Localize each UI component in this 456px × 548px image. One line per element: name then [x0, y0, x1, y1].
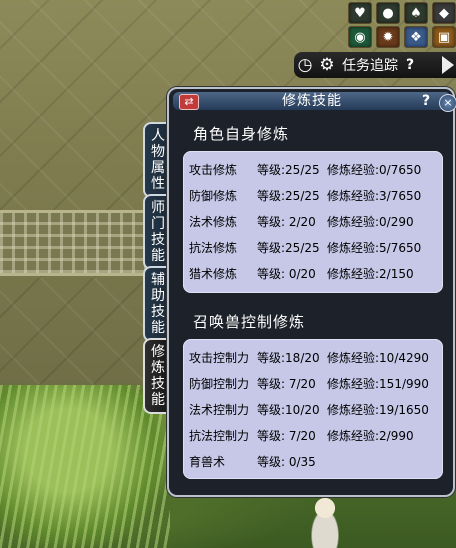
skill-name: 防御修炼 — [189, 189, 238, 203]
skill-name: 抗法控制力 — [189, 429, 250, 443]
green-gem-icon[interactable]: ◉ — [348, 26, 372, 48]
skill-level: 等级:25/25 — [257, 189, 320, 203]
tab-label: 师门技能 — [151, 200, 165, 264]
skill-level: 等级: 0/35 — [257, 455, 316, 469]
skill-exp: 修炼经验:19/1650 — [327, 403, 429, 417]
skill-level: 等级: 2/20 — [257, 215, 316, 229]
skill-name: 攻击修炼 — [189, 163, 238, 177]
cultivation-skills-window: 修炼技能 ⇄ ? × 角色自身修炼 攻击修炼 等级:25/25 修炼经验:0/7… — [167, 87, 456, 497]
gear-icon[interactable]: ⚙ — [316, 55, 338, 75]
timer-icon[interactable]: ◷ — [294, 55, 316, 75]
skill-exp: 修炼经验:0/7650 — [327, 163, 422, 177]
skill-level: 等级: 7/20 — [257, 377, 316, 391]
help-icon[interactable]: ? — [419, 94, 433, 108]
tab-label: 修炼技能 — [151, 344, 165, 408]
skill-level: 等级: 0/20 — [257, 267, 316, 281]
skill-name: 攻击控制力 — [189, 351, 250, 365]
skill-exp: 修炼经验:2/150 — [327, 267, 414, 281]
skill-exp: 修炼经验:151/990 — [327, 377, 429, 391]
skill-name: 猎术修炼 — [189, 267, 238, 281]
silver-bag-icon[interactable]: ◆ — [432, 2, 456, 24]
scroll-icon[interactable]: ❖ — [404, 26, 428, 48]
pet-cultivation-list: 攻击控制力 等级:18/20 修炼经验:10/4290 防御控制力 等级: 7/… — [183, 339, 443, 479]
task-tracker-label[interactable]: 任务追踪 — [342, 55, 398, 75]
skill-level: 等级: 7/20 — [257, 429, 316, 443]
skill-name: 防御控制力 — [189, 377, 250, 391]
pearl-icon[interactable]: ● — [376, 2, 400, 24]
skill-exp: 修炼经验:3/7650 — [327, 189, 422, 203]
npc-character[interactable] — [305, 498, 345, 548]
skill-name: 抗法修炼 — [189, 241, 238, 255]
pet-cultivation-title: 召唤兽控制修炼 — [193, 313, 306, 331]
tab-label: 人物属性 — [151, 128, 165, 192]
heart-icon[interactable]: ♥ — [348, 2, 372, 24]
skill-name: 育兽术 — [189, 455, 226, 469]
close-icon[interactable]: × — [439, 94, 456, 112]
skill-level: 等级:25/25 — [257, 163, 320, 177]
task-tracker-bar[interactable]: ◷ ⚙ 任务追踪 ? — [294, 52, 456, 78]
window-titlebar[interactable]: 修炼技能 ⇄ ? × — [173, 92, 456, 112]
skill-name: 法术修炼 — [189, 215, 238, 229]
skill-exp: 修炼经验:0/290 — [327, 215, 414, 229]
window-title: 修炼技能 — [282, 93, 342, 109]
self-cultivation-title: 角色自身修炼 — [193, 125, 290, 143]
swap-icon[interactable]: ⇄ — [179, 94, 199, 110]
expand-arrow-icon[interactable] — [442, 56, 454, 74]
skill-level: 等级:10/20 — [257, 403, 320, 417]
skill-level: 等级:25/25 — [257, 241, 320, 255]
skill-level: 等级:18/20 — [257, 351, 320, 365]
bottle-icon[interactable]: ♠ — [404, 2, 428, 24]
tab-label: 辅助技能 — [151, 272, 165, 336]
skill-name: 法术控制力 — [189, 403, 250, 417]
skill-exp: 修炼经验:2/990 — [327, 429, 414, 443]
task-help-icon[interactable]: ? — [406, 57, 414, 73]
skill-exp: 修炼经验:10/4290 — [327, 351, 429, 365]
hud-item-shortcuts: ♥ ● ♠ ◆ ◉ ✹ ❖ ▣ — [346, 0, 456, 48]
lattice-fence — [0, 210, 150, 276]
skill-exp: 修炼经验:5/7650 — [327, 241, 422, 255]
fire-icon[interactable]: ✹ — [376, 26, 400, 48]
treasure-chest-icon[interactable]: ▣ — [432, 26, 456, 48]
self-cultivation-list: 攻击修炼 等级:25/25 修炼经验:0/7650 防御修炼 等级:25/25 … — [183, 151, 443, 293]
